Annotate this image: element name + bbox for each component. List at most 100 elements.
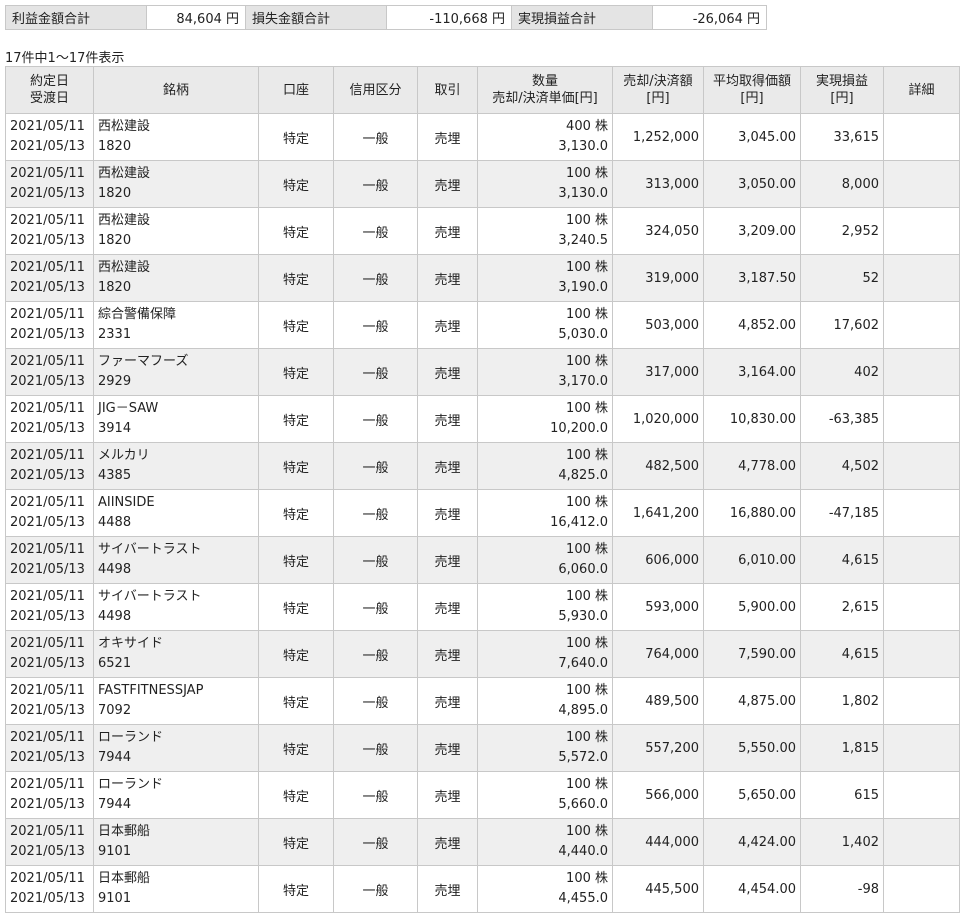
table-row: 2021/05/11 2021/05/13 西松建設 1820 特定 一般 売埋 100 株 3…: [5, 207, 960, 255]
stock-name: 日本郵船: [98, 871, 151, 886]
detail-cell[interactable]: [883, 160, 960, 208]
settle-date: 2021/05/13: [10, 703, 85, 718]
amount-cell: 317,000: [612, 348, 704, 396]
quantity-cell: 100 株 3,240.5: [477, 207, 613, 255]
detail-cell[interactable]: [883, 583, 960, 631]
detail-cell[interactable]: [883, 630, 960, 678]
account-cell: 特定: [258, 489, 334, 537]
quantity-cell: 400 株 3,130.0: [477, 113, 613, 161]
header-average-top: 平均取得価額: [712, 74, 791, 89]
quantity-cell: 100 株 5,572.0: [477, 724, 613, 772]
quantity-cell: 100 株 5,930.0: [477, 583, 613, 631]
trade-type-cell: 売埋: [417, 771, 478, 819]
detail-cell[interactable]: [883, 536, 960, 584]
quantity: 400 株: [566, 119, 608, 134]
average-cost-cell: 3,050.00: [703, 160, 801, 208]
detail-cell[interactable]: [883, 442, 960, 490]
trade-type-cell: 売埋: [417, 489, 478, 537]
trade-type-cell: 売埋: [417, 113, 478, 161]
credit-cell: 一般: [333, 630, 418, 678]
detail-cell[interactable]: [883, 771, 960, 819]
realized-pl-cell: -47,185: [800, 489, 884, 537]
quantity: 100 株: [566, 824, 608, 839]
stock-name: 西松建設: [98, 260, 151, 275]
unit-price: 4,825.0: [558, 468, 608, 483]
loss-total-value: -110,668 円: [386, 5, 512, 30]
detail-cell[interactable]: [883, 254, 960, 302]
stock-name: JIG－SAW: [98, 401, 159, 416]
stock-cell: ローランド 7944: [93, 724, 259, 772]
detail-cell[interactable]: [883, 677, 960, 725]
table-row: 2021/05/11 2021/05/13 AIINSIDE 4488 特定 一般 売埋 10…: [5, 489, 960, 537]
unit-price: 3,130.0: [558, 186, 608, 201]
credit-cell: 一般: [333, 536, 418, 584]
account-cell: 特定: [258, 536, 334, 584]
table-header-row: 約定日 受渡日 銘柄 口座 信用区分 取引 数量 売却/決済単価[円] 売却/決…: [5, 66, 960, 114]
average-cost-cell: 3,209.00: [703, 207, 801, 255]
amount-cell: 1,252,000: [612, 113, 704, 161]
trade-type-cell: 売埋: [417, 254, 478, 302]
stock-cell: 綜合警備保障 2331: [93, 301, 259, 349]
date-cell: 2021/05/11 2021/05/13: [5, 254, 94, 302]
realized-pl-cell: 1,815: [800, 724, 884, 772]
quantity: 100 株: [566, 683, 608, 698]
detail-cell[interactable]: [883, 207, 960, 255]
quantity: 100 株: [566, 213, 608, 228]
date-cell: 2021/05/11 2021/05/13: [5, 630, 94, 678]
header-quantity: 数量 売却/決済単価[円]: [477, 66, 613, 114]
stock-cell: AIINSIDE 4488: [93, 489, 259, 537]
quantity-cell: 100 株 4,895.0: [477, 677, 613, 725]
header-detail: 詳細: [883, 66, 960, 114]
stock-code: 4385: [98, 468, 132, 483]
stock-code: 1820: [98, 280, 132, 295]
stock-name: AIINSIDE: [98, 495, 155, 510]
date-cell: 2021/05/11 2021/05/13: [5, 583, 94, 631]
trade-type-cell: 売埋: [417, 583, 478, 631]
realized-pl-cell: 8,000: [800, 160, 884, 208]
detail-cell[interactable]: [883, 348, 960, 396]
unit-price: 4,440.0: [558, 844, 608, 859]
stock-code: 1820: [98, 233, 132, 248]
detail-cell[interactable]: [883, 113, 960, 161]
stock-code: 1820: [98, 139, 132, 154]
average-cost-cell: 16,880.00: [703, 489, 801, 537]
date-cell: 2021/05/11 2021/05/13: [5, 395, 94, 443]
stock-cell: 西松建設 1820: [93, 160, 259, 208]
trade-date: 2021/05/11: [10, 260, 85, 275]
stock-name: 綜合警備保障: [98, 307, 177, 322]
quantity-cell: 100 株 4,440.0: [477, 818, 613, 866]
detail-cell[interactable]: [883, 301, 960, 349]
profit-total-label: 利益金額合計: [5, 5, 147, 30]
detail-cell[interactable]: [883, 818, 960, 866]
table-row: 2021/05/11 2021/05/13 西松建設 1820 特定 一般 売埋 400 株 3…: [5, 113, 960, 161]
amount-cell: 445,500: [612, 865, 704, 913]
quantity: 100 株: [566, 307, 608, 322]
quantity-cell: 100 株 3,190.0: [477, 254, 613, 302]
table-row: 2021/05/11 2021/05/13 西松建設 1820 特定 一般 売埋 100 株 3…: [5, 160, 960, 208]
detail-cell[interactable]: [883, 395, 960, 443]
trade-type-cell: 売埋: [417, 630, 478, 678]
trade-date: 2021/05/11: [10, 495, 85, 510]
summary-bar: 利益金額合計 84,604 円 損失金額合計 -110,668 円 実現損益合計…: [5, 5, 767, 30]
trade-date: 2021/05/11: [10, 119, 85, 134]
realized-pl-cell: 1,402: [800, 818, 884, 866]
table-row: 2021/05/11 2021/05/13 綜合警備保障 2331 特定 一般 売埋 100 …: [5, 301, 960, 349]
credit-cell: 一般: [333, 818, 418, 866]
stock-name: 日本郵船: [98, 824, 151, 839]
realized-pl-cell: -63,385: [800, 395, 884, 443]
account-cell: 特定: [258, 818, 334, 866]
trade-date: 2021/05/11: [10, 730, 85, 745]
trade-date: 2021/05/11: [10, 636, 85, 651]
credit-cell: 一般: [333, 395, 418, 443]
amount-cell: 319,000: [612, 254, 704, 302]
settle-date: 2021/05/13: [10, 797, 85, 812]
detail-cell[interactable]: [883, 865, 960, 913]
date-cell: 2021/05/11 2021/05/13: [5, 442, 94, 490]
stock-cell: サイバートラスト 4498: [93, 536, 259, 584]
header-amount-bottom: [円]: [646, 91, 670, 106]
account-cell: 特定: [258, 865, 334, 913]
stock-code: 4498: [98, 609, 132, 624]
detail-cell[interactable]: [883, 489, 960, 537]
detail-cell[interactable]: [883, 724, 960, 772]
stock-code: 1820: [98, 186, 132, 201]
